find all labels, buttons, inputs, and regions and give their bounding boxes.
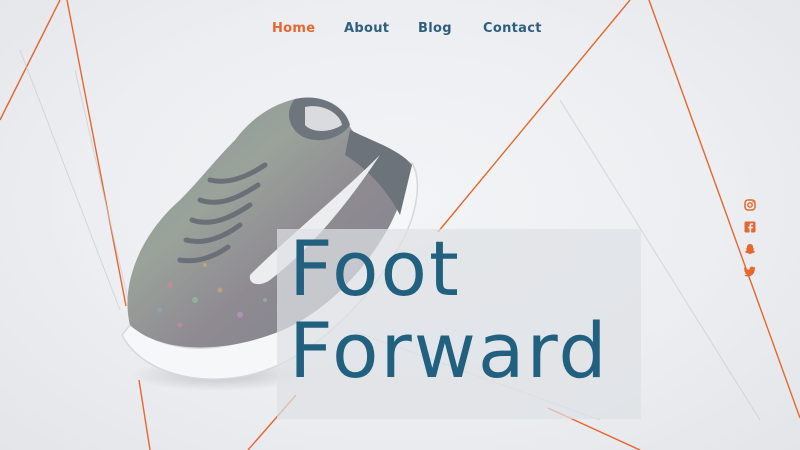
facebook-icon[interactable]: [744, 218, 756, 233]
headline-line-1: Foot: [289, 224, 461, 313]
snapchat-icon[interactable]: [744, 240, 756, 254]
main-nav: Home About Blog Contact: [0, 21, 800, 41]
nav-about-link[interactable]: About: [344, 21, 389, 36]
nav-blog-link[interactable]: Blog: [418, 21, 452, 36]
headline-line-2: Forward: [289, 306, 609, 395]
instagram-icon[interactable]: [744, 196, 756, 211]
nav-contact-link[interactable]: Contact: [483, 21, 542, 36]
hero-stage: Home About Blog Contact Foot Forward: [0, 0, 800, 450]
hero-headline: Foot Forward: [289, 228, 609, 392]
nav-home-link[interactable]: Home: [272, 21, 315, 36]
social-links: [744, 196, 758, 284]
twitter-icon[interactable]: [744, 262, 756, 277]
